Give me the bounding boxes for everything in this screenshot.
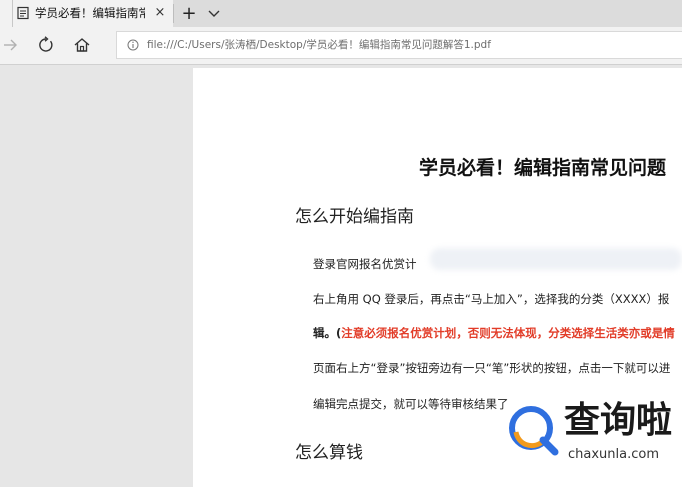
notice-prefix: 辑。( [313,326,342,340]
pdf-document-icon [17,6,29,20]
address-url[interactable]: file:///C:/Users/张涛栖/Desktop/学员必看！编辑指南常见… [147,37,667,53]
address-bar[interactable]: file:///C:/Users/张涛栖/Desktop/学员必看！编辑指南常见… [116,31,682,59]
redacted-link-blur [430,248,682,270]
tab-active-pdf[interactable]: 学员必看！编辑指南常见 × [13,0,173,27]
tab-divider [173,4,174,23]
section-heading-start: 怎么开始编指南 [295,207,414,227]
notice-warning-text: 注意必须报名优赏计划，否则无法体现，分类选择生活类亦或是情 [341,326,675,340]
paragraph-notice: 辑。(注意必须报名优赏计划，否则无法体现，分类选择生活类亦或是情 [313,324,682,342]
document-title: 学员必看！编辑指南常见问题 [419,157,667,179]
tab-title: 学员必看！编辑指南常见 [35,6,145,20]
watermark: 查询啦 chaxunla.com [506,400,678,468]
new-tab-button[interactable]: + [180,5,198,23]
close-tab-icon[interactable]: × [153,6,167,20]
section-heading-earnings: 怎么算钱 [295,443,363,463]
home-icon[interactable] [73,36,91,54]
watermark-url: chaxunla.com [568,447,659,462]
forward-arrow-icon[interactable] [2,36,20,54]
navigation-bar: file:///C:/Users/张涛栖/Desktop/学员必看！编辑指南常见… [0,27,682,65]
info-icon[interactable] [127,39,139,51]
previous-tab-edge[interactable] [0,0,13,27]
watermark-name: 查询啦 [564,400,673,441]
magnifier-logo-icon [509,406,559,456]
paragraph-login: 右上角用 QQ 登录后，再点击“马上加入”，选择我的分类（XXXX）报 [313,292,670,306]
paragraph-edit-button: 页面右上方“登录”按钮旁边有一只“笔”形状的按钮，点击一下就可以进 [313,361,671,375]
tab-strip: 学员必看！编辑指南常见 × + [0,0,682,27]
chevron-down-icon[interactable] [206,6,222,20]
refresh-icon[interactable] [37,36,55,54]
